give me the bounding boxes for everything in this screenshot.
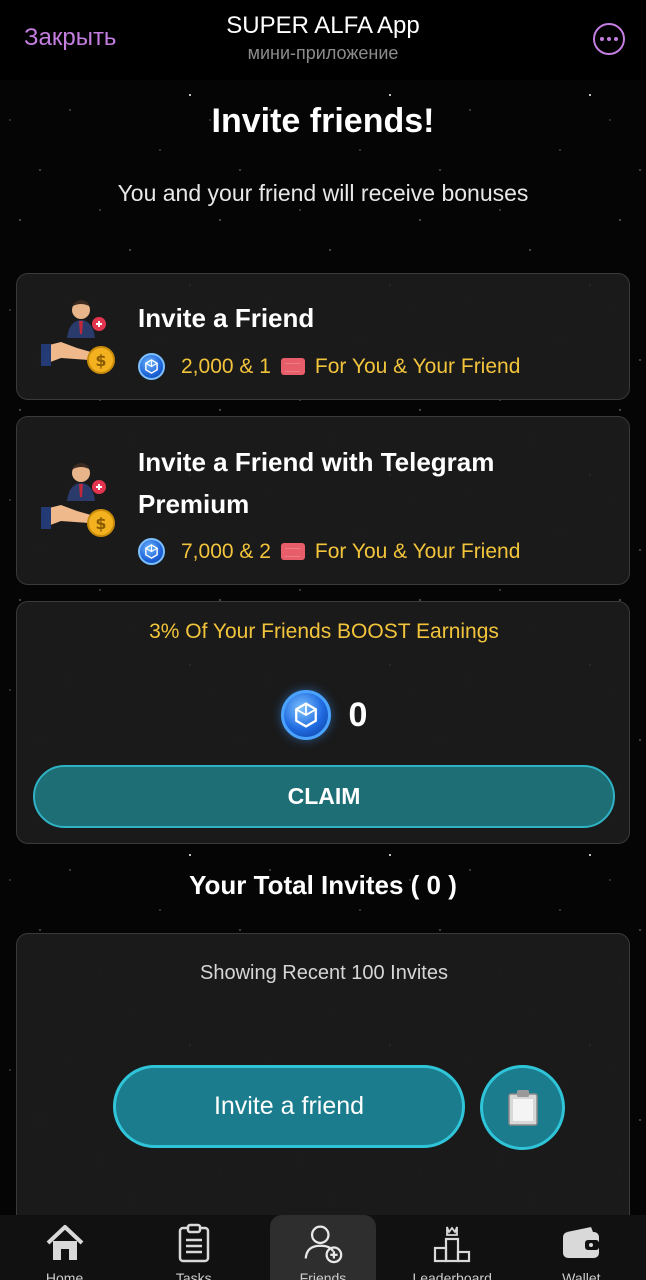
clipboard-icon [174,1223,214,1263]
premium-card-title: Invite a Friend with Telegram Premium [138,447,495,519]
app-title: SUPER ALFA App [226,12,420,39]
invite-friend-card[interactable]: $ Invite a Friend 2,000 & 1 For You & You… [16,273,630,400]
nav-label: Leaderboard [412,1270,492,1280]
nav-label: Home [45,1270,84,1280]
ticket-icon [280,543,305,560]
boost-label: 3% Of Your Friends BOOST Earnings [149,620,499,643]
nav-leaderboard[interactable]: Leaderboard [388,1215,517,1280]
nav-wallet[interactable]: Wallet [517,1215,646,1280]
premium-reward-text: For You & Your Friend [314,539,521,563]
add-user-icon [303,1223,343,1264]
alfa-coin-icon [138,538,165,565]
claim-button[interactable]: CLAIM [33,765,615,828]
more-options-button[interactable] [593,23,625,55]
main-content: Invite friends! You and your friend will… [0,80,646,1233]
app-subtitle: мини-приложение [247,43,399,63]
invite-reward-row: 2,000 & 1 For You & Your Friend [138,353,520,380]
businessman-coin-icon: $ [41,463,115,537]
nav-friends[interactable]: Friends [269,1215,376,1280]
alfa-coin-icon [138,353,165,380]
invites-list-card: Showing Recent 100 Invites Invite a frie… [16,933,630,1233]
invite-reward-amount: 2,000 & 1 [181,354,271,378]
ticket-icon [280,358,305,375]
invites-list-label: Showing Recent 100 Invites [200,962,448,984]
boost-earnings-card: 3% Of Your Friends BOOST Earnings 0 CLAI… [16,601,630,844]
nav-label: Tasks [175,1270,212,1280]
home-icon [45,1223,85,1263]
dot-icon [607,37,611,41]
svg-text:$: $ [95,351,106,370]
boost-balance: 0 [17,690,631,740]
total-invites-heading: Your Total Invites ( 0 ) [189,870,457,900]
dot-icon [614,37,618,41]
dot-icon [600,37,604,41]
clipboard-icon [507,1089,538,1126]
alfa-coin-icon [280,690,331,740]
boost-amount: 0 [348,695,368,734]
copy-link-button[interactable] [480,1065,565,1150]
invite-reward-text: For You & Your Friend [314,354,521,378]
app-header: Закрыть SUPER ALFA App мини-приложение [0,0,646,80]
wallet-icon [561,1223,601,1263]
nav-home[interactable]: Home [0,1215,129,1280]
nav-label: Friends [299,1270,347,1280]
invite-premium-card[interactable]: $ Invite a Friend with Telegram Premium … [16,416,630,585]
premium-reward-amount: 7,000 & 2 [181,539,271,563]
page-title: Invite friends! [211,102,435,140]
nav-tasks[interactable]: Tasks [129,1215,258,1280]
businessman-coin-icon: $ [41,300,115,374]
invite-card-title: Invite a Friend [138,303,315,333]
svg-text:$: $ [95,514,106,533]
page-subtitle: You and your friend will receive bonuses [117,180,529,206]
bottom-nav: Home Tasks Friends Leaderboard Wallet [0,1215,646,1280]
premium-reward-row: 7,000 & 2 For You & Your Friend [138,538,520,565]
podium-icon [432,1223,472,1263]
nav-label: Wallet [562,1270,601,1280]
invite-friend-button[interactable]: Invite a friend [113,1065,465,1148]
